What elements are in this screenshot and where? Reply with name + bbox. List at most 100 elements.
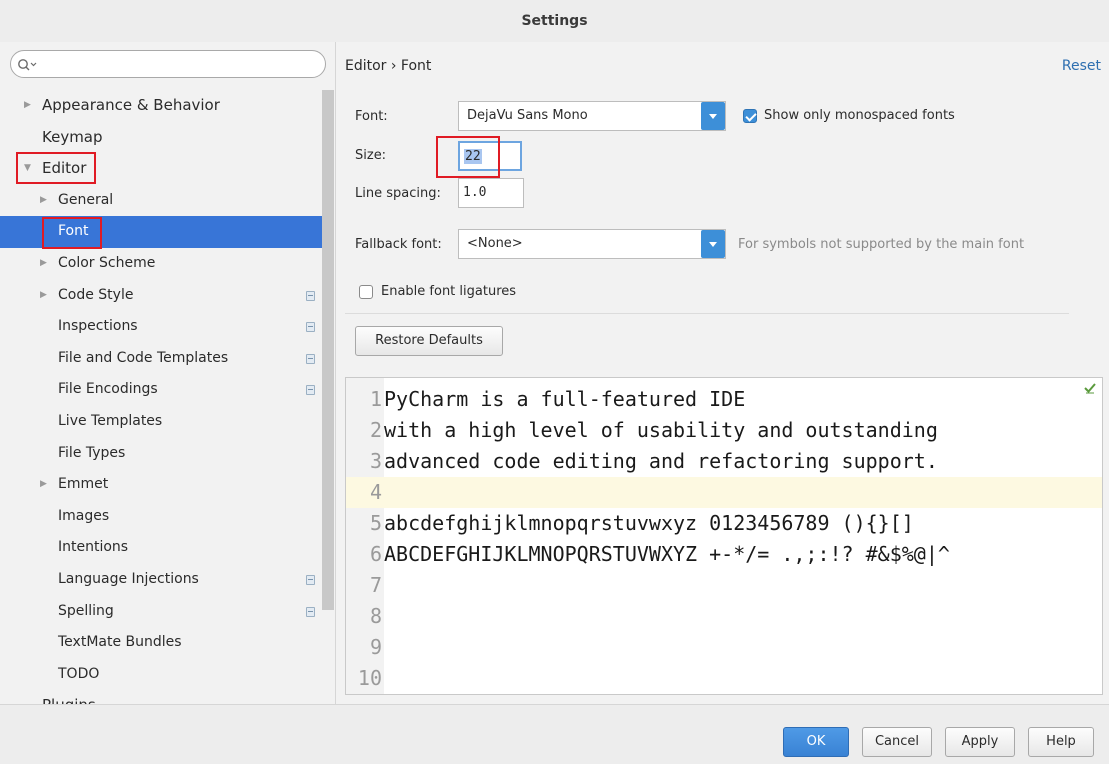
sidebar-item-file-encodings[interactable]: File Encodings (0, 374, 322, 406)
sidebar-item-textmate-bundles[interactable]: TextMate Bundles (0, 627, 322, 659)
chevron-right-icon[interactable]: ▶ (24, 90, 31, 122)
sidebar-item-language-injections[interactable]: Language Injections (0, 564, 322, 596)
sidebar-item-label: File Encodings (58, 381, 158, 398)
sidebar-item-label: TextMate Bundles (58, 634, 182, 651)
font-settings-panel: Editor › Font Reset Font: DejaVu Sans Mo… (337, 42, 1109, 704)
project-scope-icon (306, 353, 315, 364)
sidebar-item-label: Inspections (58, 318, 138, 335)
search-input[interactable] (10, 50, 326, 78)
project-scope-icon (306, 322, 315, 333)
preview-line: 3 advanced code editing and refactoring s… (346, 446, 1102, 477)
line-number: 8 (369, 604, 382, 628)
line-number: 4 (369, 480, 382, 504)
preview-line-text: ABCDEFGHIJKLMNOPQRSTUVWXYZ +-*/= .,;:!? … (384, 542, 950, 566)
sidebar-item-spelling[interactable]: Spelling (0, 596, 322, 628)
sidebar-item-file-and-code-templates[interactable]: File and Code Templates (0, 343, 322, 375)
sidebar-item-label: Color Scheme (58, 254, 156, 271)
divider (345, 313, 1069, 314)
chevron-down-icon[interactable] (701, 230, 725, 258)
line-number: 9 (369, 635, 382, 659)
sidebar-item-label: File and Code Templates (58, 349, 229, 366)
apply-button[interactable]: Apply (945, 727, 1015, 757)
font-dropdown-value: DejaVu Sans Mono (467, 108, 588, 123)
line-number: 5 (369, 511, 382, 535)
chevron-right-icon[interactable]: ▶ (40, 185, 47, 217)
sidebar-item-plugins[interactable]: Plugins (0, 690, 322, 704)
check-icon (1084, 383, 1096, 394)
sidebar-item-keymap[interactable]: Keymap (0, 122, 322, 154)
fallback-font-value: <None> (467, 236, 523, 251)
sidebar-item-label: Language Injections (58, 570, 199, 587)
restore-defaults-button[interactable]: Restore Defaults (355, 326, 503, 356)
sidebar-item-label: TODO (58, 665, 100, 682)
sidebar-item-todo[interactable]: TODO (0, 659, 322, 691)
line-number: 2 (369, 418, 382, 442)
font-preview-editor[interactable]: 1 PyCharm is a full-featured IDE 2 with a h… (345, 377, 1103, 695)
ok-button[interactable]: OK (783, 727, 849, 757)
sidebar-item-code-style[interactable]: ▶ Code Style (0, 280, 322, 312)
line-number: 7 (369, 573, 382, 597)
line-number: 10 (357, 666, 382, 690)
project-scope-icon (306, 574, 315, 585)
sidebar-item-images[interactable]: Images (0, 501, 322, 533)
line-number: 1 (369, 387, 382, 411)
monospaced-label: Show only monospaced fonts (764, 108, 955, 123)
sidebar-item-label: Live Templates (58, 412, 163, 429)
preview-line: 1 PyCharm is a full-featured IDE (346, 384, 1102, 415)
sidebar-item-label: Images (58, 507, 110, 524)
chevron-right-icon[interactable]: ▶ (40, 280, 47, 312)
preview-line: 10 (346, 663, 1102, 694)
sidebar-item-label: Intentions (58, 539, 129, 556)
sidebar-item-label: Keymap (42, 127, 103, 146)
preview-line-text: PyCharm is a full-featured IDE (384, 387, 746, 411)
monospaced-checkbox[interactable] (743, 109, 757, 123)
sidebar-item-label: Code Style (58, 286, 134, 303)
line-spacing-input[interactable]: 1.0 (458, 178, 524, 208)
preview-line-text: with a high level of usability and outst… (384, 418, 938, 442)
search-icon (18, 59, 37, 71)
preview-line-text: abcdefghijklmnopqrstuvwxyz 0123456789 ()… (384, 511, 914, 535)
fallback-font-label: Fallback font: (355, 237, 442, 252)
ligatures-label: Enable font ligatures (381, 284, 517, 299)
sidebar-item-appearance-behavior[interactable]: ▶ Appearance & Behavior (0, 90, 322, 122)
sidebar-item-label: Appearance & Behavior (42, 96, 220, 114)
ligatures-checkbox[interactable] (359, 285, 373, 299)
sidebar-item-intentions[interactable]: Intentions (0, 532, 322, 564)
preview-line: 6 ABCDEFGHIJKLMNOPQRSTUVWXYZ +-*/= .,;:!?… (346, 539, 1102, 570)
line-spacing-label: Line spacing: (355, 186, 441, 201)
cancel-button[interactable]: Cancel (862, 727, 932, 757)
preview-line: 2 with a high level of usability and outs… (346, 415, 1102, 446)
preview-line: 7 (346, 570, 1102, 601)
settings-sidebar: ▶ Appearance & Behavior Keymap ▼ Editor ▶ Gene… (0, 42, 336, 704)
line-number: 3 (369, 449, 382, 473)
preview-line: 9 (346, 632, 1102, 663)
project-scope-icon (306, 290, 315, 301)
chevron-down-icon[interactable] (701, 102, 725, 130)
fallback-font-dropdown[interactable]: <None> (458, 229, 726, 259)
sidebar-item-color-scheme[interactable]: ▶ Color Scheme (0, 248, 322, 280)
line-spacing-value: 1.0 (463, 185, 487, 200)
sidebar-item-label: Spelling (58, 602, 114, 619)
font-label: Font: (355, 109, 388, 124)
sidebar-item-inspections[interactable]: Inspections (0, 311, 322, 343)
preview-line: 4 (346, 477, 1102, 508)
sidebar-item-label: Plugins (42, 696, 96, 704)
sidebar-scrollbar[interactable] (322, 90, 334, 610)
help-button[interactable]: Help (1028, 727, 1094, 757)
sidebar-item-general[interactable]: ▶ General (0, 185, 322, 217)
dialog-footer: OK Cancel Apply Help (0, 704, 1109, 764)
chevron-right-icon[interactable]: ▶ (40, 469, 47, 501)
sidebar-item-live-templates[interactable]: Live Templates (0, 406, 322, 438)
font-dropdown[interactable]: DejaVu Sans Mono (458, 101, 726, 131)
window-title: Settings (0, 0, 1109, 42)
chevron-right-icon[interactable]: ▶ (40, 248, 47, 280)
sidebar-item-emmet[interactable]: ▶ Emmet (0, 469, 322, 501)
preview-line-text: advanced code editing and refactoring su… (384, 449, 938, 473)
fallback-hint: For symbols not supported by the main fo… (738, 237, 1025, 252)
sidebar-item-label: Emmet (58, 476, 109, 493)
size-label: Size: (355, 148, 387, 163)
reset-link[interactable]: Reset (1062, 58, 1101, 74)
sidebar-item-file-types[interactable]: File Types (0, 438, 322, 470)
editor-highlight-box (16, 152, 96, 184)
sidebar-item-label: General (58, 191, 114, 208)
